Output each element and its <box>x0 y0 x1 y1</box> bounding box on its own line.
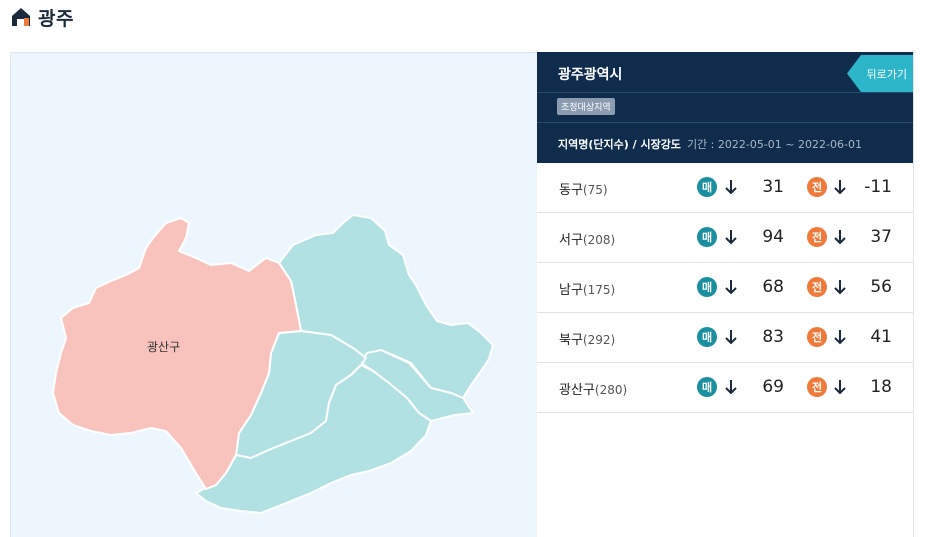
district-name: 북구(292) <box>559 333 616 348</box>
arrow-down-icon <box>834 280 846 295</box>
divider <box>537 122 913 123</box>
back-button[interactable]: 뒤로가기 <box>847 55 913 92</box>
district-row-gwangsangu[interactable]: 광산구(280) 매 69 전 18 <box>537 363 913 413</box>
jeonse-chip: 전 <box>807 327 827 347</box>
status-badge: 조정대상지역 <box>557 98 615 115</box>
period-range: 기간 : 2022-05-01 ~ 2022-06-01 <box>686 138 862 151</box>
jeonse-value: -11 <box>864 177 892 197</box>
side-panel: 광주광역시 뒤로가기 조정대상지역 지역명(단지수) / 시장강도 기간 : 2… <box>537 52 914 537</box>
district-row-seogu[interactable]: 서구(208) 매 94 전 37 <box>537 213 913 263</box>
sale-value: 68 <box>762 277 784 297</box>
jeonse-chip: 전 <box>807 227 827 247</box>
sale-value: 69 <box>762 377 784 397</box>
sale-value: 83 <box>762 327 784 347</box>
jeonse-value: 41 <box>870 327 892 347</box>
arrow-down-icon <box>725 330 737 345</box>
filter-label: 지역명(단지수) / 시장강도 <box>558 138 681 151</box>
page-header: 광주 <box>10 4 74 30</box>
arrow-down-icon <box>834 330 846 345</box>
arrow-down-icon <box>725 180 737 195</box>
sale-chip: 매 <box>697 277 717 297</box>
sale-chip: 매 <box>697 177 717 197</box>
arrow-down-icon <box>834 380 846 395</box>
district-name: 동구(75) <box>559 183 608 198</box>
jeonse-value: 56 <box>870 277 892 297</box>
page-title: 광주 <box>38 7 74 30</box>
district-name: 남구(175) <box>559 283 616 298</box>
sale-chip: 매 <box>697 227 717 247</box>
jeonse-chip: 전 <box>807 377 827 397</box>
district-list: 동구(75) 매 31 전 -11 서구(208) 매 94 전 37 남구(1… <box>537 163 913 413</box>
sale-value: 31 <box>762 177 784 197</box>
district-row-donggu[interactable]: 동구(75) 매 31 전 -11 <box>537 163 913 213</box>
district-row-bukgu[interactable]: 북구(292) 매 83 전 41 <box>537 313 913 363</box>
jeonse-value: 18 <box>870 377 892 397</box>
map-label-gwangsangu: 광산구 <box>147 340 181 354</box>
arrow-down-icon <box>725 380 737 395</box>
district-name: 광산구(280) <box>559 383 628 398</box>
district-map <box>51 213 495 515</box>
sale-value: 94 <box>762 227 784 247</box>
sale-chip: 매 <box>697 377 717 397</box>
jeonse-chip: 전 <box>807 177 827 197</box>
sale-chip: 매 <box>697 327 717 347</box>
arrow-down-icon <box>834 180 846 195</box>
arrow-down-icon <box>725 280 737 295</box>
divider <box>537 92 913 93</box>
home-icon <box>12 8 30 26</box>
district-name: 서구(208) <box>559 233 616 248</box>
panel-header: 광주광역시 뒤로가기 조정대상지역 지역명(단지수) / 시장강도 기간 : 2… <box>537 52 913 163</box>
jeonse-value: 37 <box>870 227 892 247</box>
arrow-down-icon <box>834 230 846 245</box>
jeonse-chip: 전 <box>807 277 827 297</box>
filter-row: 지역명(단지수) / 시장강도 기간 : 2022-05-01 ~ 2022-0… <box>558 136 862 152</box>
district-row-namgu[interactable]: 남구(175) 매 68 전 56 <box>537 263 913 313</box>
region-title: 광주광역시 <box>558 67 623 83</box>
map-panel: 광산구 <box>10 52 538 537</box>
arrow-down-icon <box>725 230 737 245</box>
